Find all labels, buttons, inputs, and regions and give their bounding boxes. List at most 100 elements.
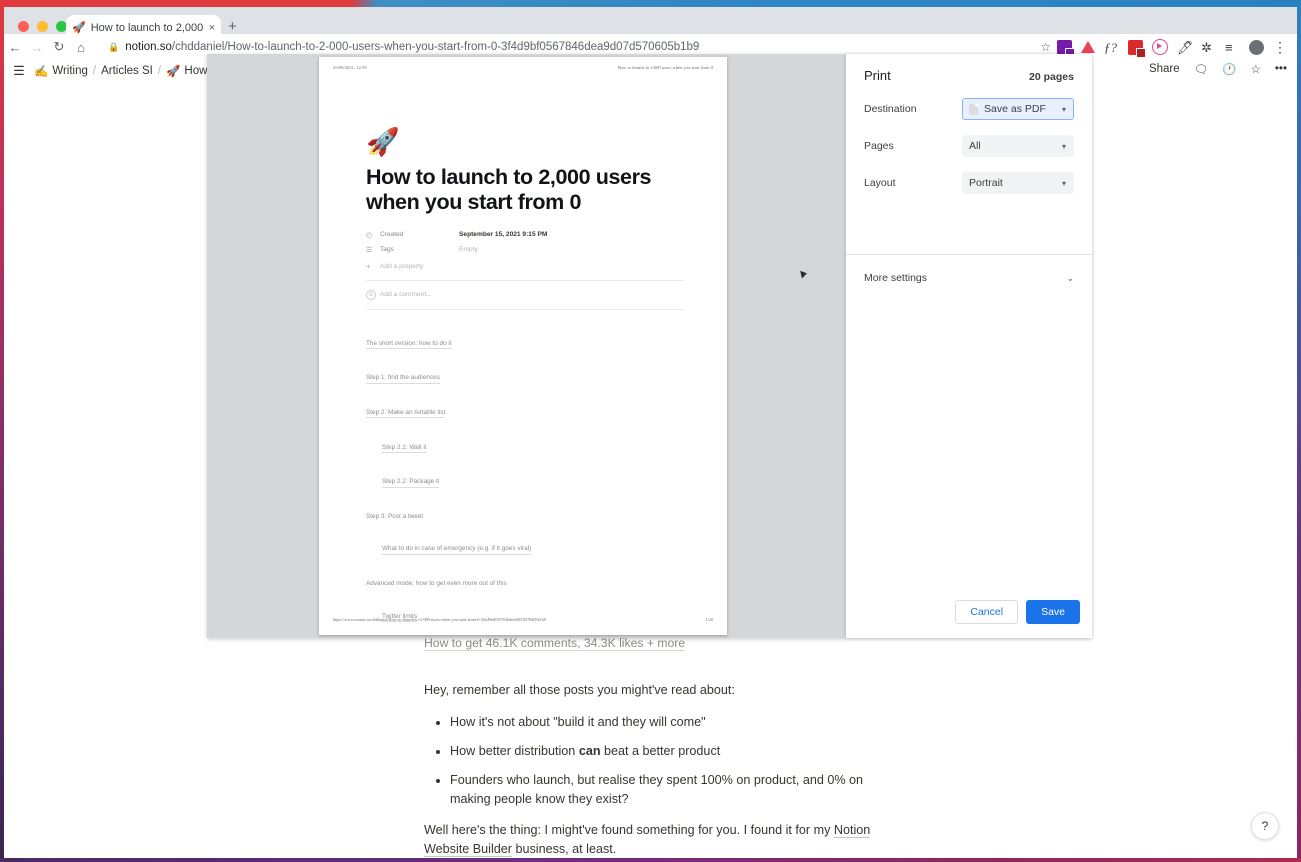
chevron-down-icon: ▾: [1062, 105, 1066, 114]
new-tab-button[interactable]: +: [228, 19, 237, 34]
add-comment-row[interactable]: D Add a comment...: [366, 290, 684, 300]
red-app-icon[interactable]: [1128, 40, 1143, 55]
forward-button[interactable]: →: [26, 40, 48, 55]
star-icon[interactable]: ☆: [1251, 62, 1261, 76]
toc-row: Step 2: Make an Airtable list: [366, 401, 684, 427]
toc-item[interactable]: Advanced mode: how to get even more out …: [366, 581, 507, 587]
print-dialog: Print 20 pages Destination Save as PDF ▾…: [846, 54, 1092, 638]
lock-icon: 🔒: [108, 42, 119, 53]
print-dialog-actions: Cancel Save: [955, 600, 1080, 624]
property-row-tags: ☰ Tags Empty: [366, 246, 684, 254]
minimize-window-button[interactable]: [37, 21, 48, 32]
layout-label: Layout: [864, 177, 962, 189]
tab-title: How to launch to 2,000 users: [91, 22, 204, 34]
loom-icon[interactable]: [1152, 39, 1168, 55]
mouse-cursor: [800, 269, 808, 278]
decorative-frame-top: [0, 0, 1301, 7]
share-button[interactable]: Share: [1149, 63, 1180, 75]
property-row-created: ◴ Created September 15, 2021 9:15 PM: [366, 231, 684, 239]
property-label: Created: [380, 231, 459, 238]
chevron-down-icon: ▾: [1062, 142, 1066, 151]
destination-value: Save as PDF: [984, 103, 1046, 115]
close-tab-icon[interactable]: ×: [209, 22, 215, 34]
toc-item[interactable]: Step 3: Post a tweet: [366, 514, 423, 520]
toc-row: Step 1: find the audiences: [366, 366, 684, 392]
breadcrumb-separator: /: [93, 65, 96, 77]
print-header-title: How to launch to 2,000 users when you st…: [617, 65, 713, 70]
breadcrumb-item-writing[interactable]: ✍ Writing: [34, 64, 88, 78]
destination-field: Destination Save as PDF ▾: [846, 98, 1092, 120]
cancel-button[interactable]: Cancel: [955, 600, 1018, 624]
more-settings-toggle[interactable]: More settings ⌄: [846, 265, 1092, 291]
notion-page-actions: Share 🗨 🕐 ☆ •••: [1149, 62, 1287, 76]
pencil-icon: ✍: [34, 64, 48, 78]
add-comment-label: Add a comment...: [380, 291, 432, 298]
toc-item[interactable]: Step 2.1: Wall it: [382, 445, 427, 453]
print-page-header: 25/09/2021, 12:59 How to launch to 2,000…: [319, 65, 727, 70]
toc-item[interactable]: Step 2.2: Package it: [382, 479, 439, 487]
clock-icon: ◴: [366, 231, 380, 239]
breadcrumb-label: Articles SI: [101, 65, 153, 77]
home-button[interactable]: ⌂: [70, 40, 92, 55]
breadcrumb-item-articles[interactable]: Articles SI: [101, 65, 153, 77]
comment-icon[interactable]: 🗨: [1194, 62, 1209, 76]
address-path: /chddaniel/How-to-launch-to-2-000-users-…: [172, 41, 699, 53]
pages-label: Pages: [864, 140, 962, 152]
save-button[interactable]: Save: [1026, 600, 1080, 624]
print-page-footer: https://www.notion.so/chddaniel/How-to-l…: [319, 617, 727, 622]
print-header-date: 25/09/2021, 12:59: [333, 65, 367, 70]
reload-button[interactable]: ↻: [48, 39, 70, 55]
more-icon[interactable]: •••: [1275, 63, 1287, 75]
print-dialog-title: Print: [864, 68, 891, 83]
print-dialog-header: Print 20 pages: [846, 54, 1092, 83]
pages-value: All: [969, 140, 981, 152]
toc-row: What to do in case of emergency (e.g. if…: [366, 537, 684, 563]
toc-link-above[interactable]: How to get 46.1K comments, 34.3K likes +…: [424, 636, 685, 651]
toc-item[interactable]: Step 2: Make an Airtable list: [366, 410, 445, 418]
list-item: Founders who launch, but realise they sp…: [450, 771, 894, 809]
pocket-icon[interactable]: [1081, 41, 1095, 53]
chevron-down-icon: ⌄: [1066, 273, 1074, 284]
decorative-frame-right: [1297, 0, 1301, 862]
bookmark-star-icon[interactable]: ☆: [1040, 40, 1057, 54]
toc-item[interactable]: What to do in case of emergency (e.g. if…: [382, 546, 531, 554]
layout-field: Layout Portrait ▾: [846, 172, 1092, 194]
help-button[interactable]: ?: [1251, 812, 1279, 840]
page-title: How to launch to 2,000 users when you st…: [366, 165, 684, 215]
list-item: How better distribution can beat a bette…: [450, 742, 894, 761]
address-text: notion.so/chddaniel/How-to-launch-to-2-0…: [125, 41, 699, 53]
print-footer-url: https://www.notion.so/chddaniel/How-to-l…: [333, 617, 546, 622]
destination-label: Destination: [864, 103, 962, 115]
property-value: Empty: [459, 246, 478, 253]
formula-icon[interactable]: ƒ?: [1104, 40, 1119, 55]
layout-select[interactable]: Portrait ▾: [962, 172, 1074, 194]
eyedropper-icon[interactable]: 🖊: [1177, 40, 1192, 55]
decorative-frame-bottom: [0, 858, 1301, 862]
reading-list-icon[interactable]: ≡: [1225, 40, 1240, 55]
table-of-contents: The short version: how to do it Step 1: …: [366, 332, 684, 635]
clock-icon[interactable]: 🕐: [1222, 62, 1236, 76]
puzzle-icon[interactable]: ✲: [1201, 40, 1216, 55]
rocket-icon: 🚀: [166, 64, 180, 78]
decorative-frame-left: [0, 0, 4, 862]
toc-item[interactable]: Step 1: find the audiences: [366, 375, 440, 383]
toc-item[interactable]: The short version: how to do it: [366, 341, 452, 349]
back-button[interactable]: ←: [4, 40, 26, 55]
destination-select[interactable]: Save as PDF ▾: [962, 98, 1074, 120]
rocket-icon: 🚀: [366, 129, 684, 156]
print-footer-pagenum: 1/20: [706, 617, 713, 622]
chrome-menu-icon[interactable]: ⋮: [1273, 39, 1287, 56]
property-label: Tags: [380, 246, 459, 253]
plus-icon: +: [366, 262, 380, 271]
pages-select[interactable]: All ▾: [962, 135, 1074, 157]
toc-row: The short version: how to do it: [366, 332, 684, 358]
rocket-icon: 🚀: [72, 23, 86, 34]
profile-avatar[interactable]: [1249, 40, 1264, 55]
add-property-button[interactable]: + Add a property: [366, 262, 684, 271]
close-window-button[interactable]: [18, 21, 29, 32]
toc-row: Step 3: Post a tweet: [366, 505, 684, 529]
divider: [846, 254, 1092, 255]
sidebar-toggle-icon[interactable]: ☰: [4, 63, 34, 79]
toc-row: Step 2.1: Wall it: [366, 436, 684, 462]
onenote-icon[interactable]: [1057, 40, 1072, 55]
